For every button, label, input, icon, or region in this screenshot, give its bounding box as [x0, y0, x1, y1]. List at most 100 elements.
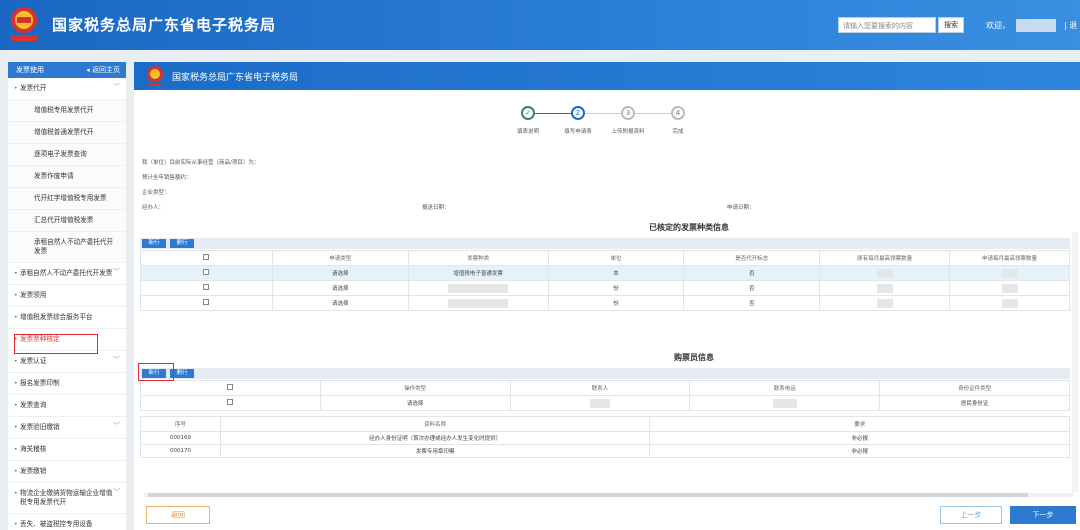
original-max-cell — [819, 295, 951, 311]
invoice-kind-select[interactable]: 增值税电子普通发票 — [407, 265, 549, 281]
sidebar-item[interactable]: • 发票领用 — [8, 285, 126, 307]
row-checkbox[interactable] — [227, 399, 234, 405]
masked-value — [876, 268, 893, 278]
invoice-kind-select[interactable] — [407, 280, 549, 296]
scrollbar-thumb[interactable] — [148, 493, 1028, 497]
masked-value — [876, 298, 893, 308]
sidebar-item[interactable]: 代开红字增值税专用发票 — [8, 188, 126, 210]
sidebar-item[interactable]: 汇总代开增值税发票 — [8, 210, 126, 232]
row-select-cell[interactable] — [140, 265, 273, 281]
sidebar-item-label: 汇总代开增值税发票 — [34, 216, 94, 224]
sidebar-item[interactable]: 增值税专用发票代开 — [8, 100, 126, 122]
back-button[interactable]: 返回 — [146, 506, 210, 524]
chevron-down-icon[interactable]: ﹀ — [113, 83, 120, 92]
sidebar-item-label: 增值税专用发票代开 — [34, 106, 94, 114]
step-1-label: 填表说明 — [516, 129, 539, 135]
unit-cell: 本 — [547, 265, 685, 281]
empty-cell — [141, 311, 1070, 345]
bullet-icon: • — [14, 380, 18, 387]
sidebar-item[interactable]: • 承租自然人不动产委托代开发票 ﹀ — [8, 263, 126, 285]
row-checkbox[interactable] — [227, 384, 234, 390]
next-step-button[interactable]: 下一步 — [1010, 506, 1076, 524]
table-row[interactable]: 请选择 份否 — [140, 280, 1070, 296]
main-header: 国家税务总局广东省电子税务局 — [134, 62, 1080, 90]
sidebar-item[interactable]: • 增值税发票综合服务平台 — [8, 307, 126, 329]
sidebar-item[interactable]: • 报名发票印制 — [8, 373, 126, 395]
apply-type-select[interactable]: 请选择 — [271, 295, 409, 311]
chevron-down-icon[interactable]: ﹀ — [113, 422, 120, 431]
row-checkbox[interactable] — [203, 269, 210, 275]
apply-type-select[interactable]: 请选择 — [271, 265, 409, 281]
bullet-icon: • — [14, 490, 18, 497]
bullet-icon: • — [14, 446, 18, 453]
sidebar-item[interactable]: 承租自然人不动产委托代开发票 — [8, 232, 126, 263]
add-invoice-row-button[interactable]: 新行 — [142, 239, 166, 248]
invoice-kind-select[interactable] — [407, 295, 549, 311]
handler-field[interactable]: 经办人： — [142, 205, 164, 211]
row-checkbox[interactable] — [203, 284, 210, 290]
masked-value — [448, 283, 509, 293]
top-header: 国家税务总局广东省电子税务局 请输入您要搜索的内容 搜索 欢迎， | 退 — [0, 0, 1080, 50]
application-info: 我（单位）目前实际从事经营（商品/项目）为： 预计全年销售额约： 企业类型： 经… — [142, 157, 1068, 217]
apply-date-field[interactable]: 申请日期： — [727, 202, 755, 214]
step-1: ✓ — [521, 106, 535, 120]
buyer-table: 操作类型 联系人 联系电话 身份证件类型 请选择 居民身份证 — [140, 380, 1070, 411]
horizontal-scrollbar[interactable] — [144, 493, 1074, 497]
masked-value — [589, 398, 610, 408]
id-type-select[interactable]: 居民身份证 — [879, 395, 1070, 411]
agent-flag-cell: 否 — [683, 280, 821, 296]
chevron-down-icon[interactable]: ﹀ — [113, 488, 120, 497]
table-row[interactable]: 请选择 居民身份证 — [140, 395, 1070, 411]
previous-step-button[interactable]: 上一步 — [940, 506, 1002, 524]
progress-steps: ✓ 2 3 4 填表说明 填写申请表 上传附报资料 完成 — [514, 106, 714, 136]
phone-cell[interactable] — [689, 395, 881, 411]
sidebar-item[interactable]: • 发票代开 ﹀ — [8, 78, 126, 100]
step-4-label: 完成 — [672, 129, 684, 135]
chevron-down-icon[interactable]: ﹀ — [113, 268, 120, 277]
sidebar-item[interactable]: • 发票验旧缴销 ﹀ — [8, 417, 126, 439]
welcome-text: 欢迎， — [986, 21, 1010, 30]
business-scope-field[interactable]: 我（单位）目前实际从事经营（商品/项目）为： — [142, 157, 1068, 169]
sidebar-item[interactable]: • 丢失、被盗税控专用设备 — [8, 514, 126, 530]
sidebar-item[interactable]: • 发票查询 — [8, 395, 126, 417]
sidebar-item[interactable]: • 物流企业缴纳货物运输企业增值税专用发票代开 ﹀ — [8, 483, 126, 514]
sidebar-item-label: 发票查询 — [20, 401, 47, 409]
delete-invoice-row-button[interactable]: 删行 — [170, 239, 194, 248]
apply-max-cell[interactable] — [949, 265, 1070, 281]
apply-max-cell[interactable] — [949, 295, 1070, 311]
sidebar-item[interactable]: 发票作废申请 — [8, 166, 126, 188]
sidebar-item[interactable]: 增值税普通发票代开 — [8, 122, 126, 144]
table-row[interactable]: 请选择 增值税电子普通发票本否 — [140, 265, 1070, 281]
apply-max-cell[interactable] — [949, 280, 1070, 296]
column-header: 单位 — [547, 250, 685, 266]
report-date-field[interactable]: 报送日期： — [422, 202, 450, 214]
table-row[interactable]: 请选择 份否 — [140, 295, 1070, 311]
contact-cell[interactable] — [509, 395, 691, 411]
row-select-cell[interactable] — [140, 395, 321, 411]
sidebar-item[interactable]: • 发票缴销 — [8, 461, 126, 483]
sidebar-item[interactable]: • 海关稽核 — [8, 439, 126, 461]
annual-sales-field[interactable]: 预计全年销售额约： — [142, 172, 1068, 184]
row-checkbox[interactable] — [203, 299, 210, 305]
masked-value — [1001, 268, 1018, 278]
enterprise-type-field[interactable]: 企业类型： — [142, 187, 1068, 199]
sidebar-item-label: 发票领用 — [20, 291, 47, 299]
step-2: 2 — [571, 106, 585, 120]
search-button[interactable]: 搜索 — [938, 17, 964, 33]
row-select-cell[interactable] — [140, 280, 273, 296]
apply-type-select[interactable]: 请选择 — [271, 280, 409, 296]
return-home-link[interactable]: ◂ 返回主页 — [86, 62, 120, 78]
vertical-scrollbar[interactable] — [1072, 232, 1078, 492]
row-select-cell[interactable] — [140, 295, 273, 311]
row-checkbox[interactable] — [203, 254, 210, 260]
sidebar-item[interactable]: 逐项电子发票查询 — [8, 144, 126, 166]
column-header: 是否代开标志 — [683, 250, 821, 266]
sidebar-item[interactable]: • 发票认证 ﹀ — [8, 351, 126, 373]
operation-type-select[interactable]: 请选择 — [319, 395, 511, 411]
sidebar-item-label: 增值税普通发票代开 — [34, 128, 94, 136]
chevron-down-icon[interactable]: ﹀ — [113, 356, 120, 365]
site-title: 国家税务总局广东省电子税务局 — [52, 16, 277, 34]
search-input[interactable]: 请输入您要搜索的内容 — [838, 17, 936, 33]
logout-link[interactable]: | 退 — [1064, 20, 1077, 31]
table-header-row: 申请类型 发票种类 单位 是否代开标志 原有每月最高领票数量 申请每月最高领票数量 — [140, 250, 1070, 266]
